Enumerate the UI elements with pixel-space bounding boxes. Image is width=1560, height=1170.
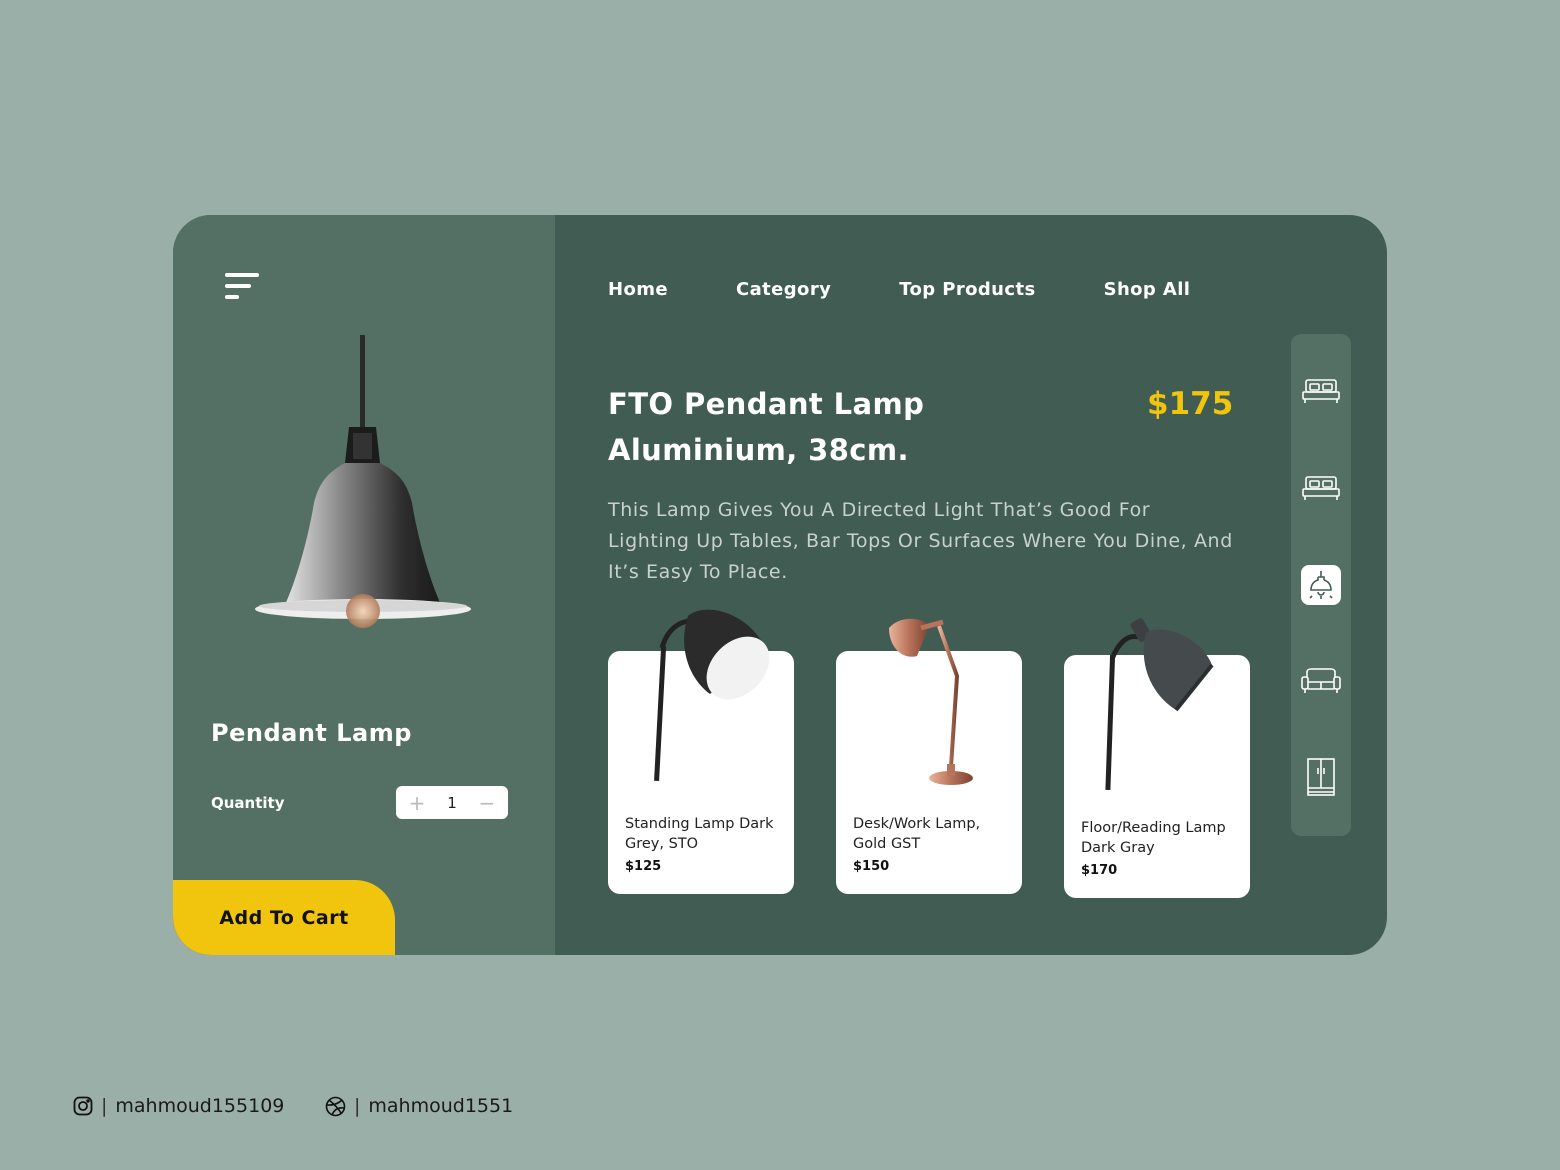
decrement-button[interactable]: − [475, 791, 499, 815]
quantity-stepper: + 1 − [396, 786, 508, 819]
main-nav: Home Category Top Products Shop All [608, 279, 1258, 300]
add-to-cart-button[interactable]: Add To Cart [173, 880, 395, 955]
product-title: FTO Pendant Lamp Aluminium, 38cm. [608, 387, 925, 467]
pendant-lamp-image [255, 335, 471, 628]
product-price: $125 [625, 859, 662, 874]
dribbble-icon[interactable] [325, 1096, 346, 1117]
product-card-standing-lamp[interactable]: Standing Lamp Dark Grey, STO $125 [608, 609, 794, 894]
nav-top-products[interactable]: Top Products [899, 279, 1035, 300]
nav-home[interactable]: Home [608, 279, 668, 300]
product-name: Desk/Work Lamp, Gold GST [853, 816, 981, 852]
instagram-credit: | mahmoud155109 [73, 1095, 284, 1117]
nav-shop-all[interactable]: Shop All [1104, 279, 1191, 300]
product-card-floor-lamp[interactable]: Floor/Reading Lamp Dark Gray $170 [1064, 618, 1250, 898]
product-price: $170 [1081, 863, 1118, 878]
bed-icon[interactable] [1301, 370, 1341, 410]
quantity-value[interactable]: 1 [447, 794, 457, 812]
dribbble-credit: | mahmoud1551 [325, 1095, 513, 1117]
pendant-lamp-icon[interactable] [1301, 565, 1341, 605]
desk-lamp-image [889, 618, 973, 785]
instagram-icon[interactable] [73, 1096, 93, 1116]
product-name: Pendant Lamp [211, 719, 412, 747]
separator: | [354, 1095, 361, 1117]
increment-button[interactable]: + [405, 791, 429, 815]
sofa-icon[interactable] [1301, 661, 1341, 701]
separator: | [101, 1095, 108, 1117]
category-sidebar [1291, 334, 1351, 836]
floor-lamp-image [1105, 618, 1214, 791]
product-price: $150 [853, 859, 890, 874]
quantity-label: Quantity [211, 794, 285, 812]
product-price: $175 [1147, 386, 1234, 422]
product-card: Pendant Lamp Quantity + 1 − Add To Cart … [173, 215, 1387, 955]
product-description: This Lamp Gives You A Directed Light Tha… [608, 499, 1233, 583]
double-bed-icon[interactable] [1301, 467, 1341, 507]
dribbble-handle[interactable]: mahmoud1551 [368, 1095, 513, 1117]
nav-category[interactable]: Category [736, 279, 831, 300]
wardrobe-icon[interactable] [1301, 758, 1341, 798]
standing-lamp-image [654, 609, 770, 782]
product-card-desk-lamp[interactable]: Desk/Work Lamp, Gold GST $150 [836, 618, 1022, 894]
menu-icon[interactable] [225, 273, 261, 305]
product-name: Standing Lamp Dark Grey, STO [625, 816, 774, 852]
product-name: Floor/Reading Lamp Dark Gray [1081, 820, 1226, 856]
left-panel: Pendant Lamp Quantity + 1 − Add To Cart [173, 215, 555, 955]
instagram-handle[interactable]: mahmoud155109 [115, 1095, 284, 1117]
